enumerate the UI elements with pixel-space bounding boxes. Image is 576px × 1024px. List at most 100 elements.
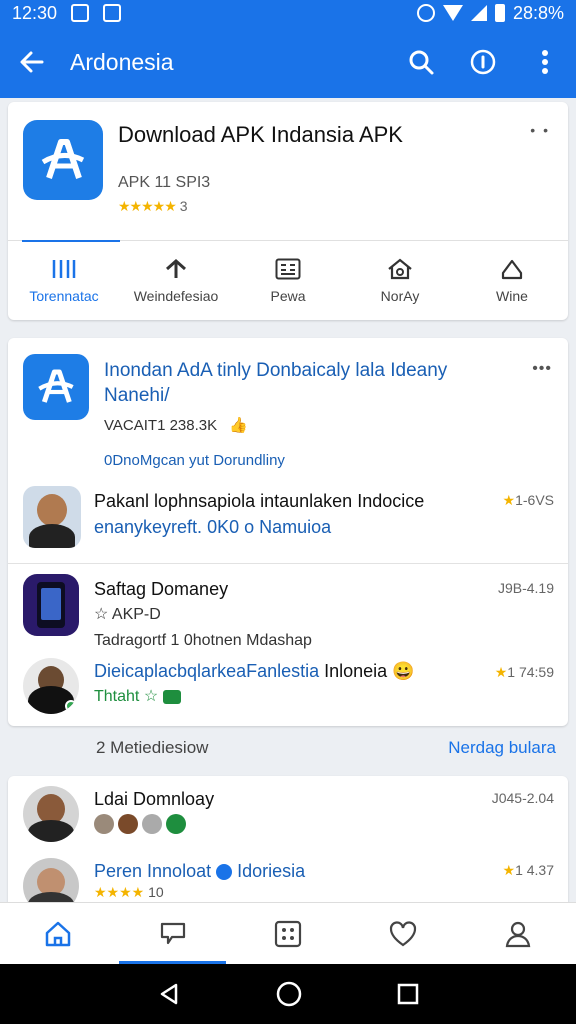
review-sub-text: Thtaht <box>94 688 140 705</box>
review-link[interactable]: Peren Innoloat <box>94 861 211 881</box>
tab-torennatac[interactable]: Torennatac <box>8 240 120 320</box>
review-stars: ★★★★ 10 <box>94 884 164 900</box>
section-title: 2 Metiediesiow <box>96 738 209 757</box>
bottom-navigation <box>0 902 576 964</box>
rating-stars: ★★★★★ <box>118 198 177 214</box>
avatar <box>23 486 81 548</box>
home-icon <box>388 258 412 279</box>
wifi-icon <box>442 5 463 21</box>
review-sub: Thtaht ☆ <box>94 684 181 710</box>
info-icon <box>470 49 496 75</box>
person-icon <box>506 921 531 947</box>
review-rating: ★1 74:59 <box>495 664 554 681</box>
app-bar: Ardonesia <box>0 26 576 98</box>
cloud-icon <box>501 259 523 279</box>
review-code: AKP-D <box>111 606 161 623</box>
tab-noray[interactable]: NorAy <box>344 241 456 320</box>
arrow-left-icon <box>20 51 44 73</box>
star-outline-icon: ☆ <box>94 606 109 623</box>
search-button[interactable] <box>390 26 452 98</box>
rating-value: 1 4.37 <box>515 862 554 878</box>
tab-pewa[interactable]: Pewa <box>232 241 344 320</box>
home-circle-icon[interactable] <box>276 981 302 1007</box>
review-title: Saftag Domaney <box>94 579 229 599</box>
verified-icon <box>216 864 233 881</box>
nav-home[interactable] <box>0 903 115 964</box>
review-body: Inloneia <box>324 661 388 681</box>
mini-avatar <box>142 814 162 834</box>
category-tabs: Torennatac Weindefesiao Pewa NorAy Wine <box>8 240 568 320</box>
mini-avatar <box>118 814 138 834</box>
app-logo-icon <box>23 120 103 200</box>
rating-value: 1-6VS <box>515 492 554 508</box>
nav-favorites[interactable] <box>346 903 461 964</box>
grid-icon <box>274 920 302 947</box>
review-body: Tadragortf 1 0hotnen Mdashap <box>94 632 312 649</box>
rating-count: 10 <box>148 884 164 900</box>
tab-label: Torennatac <box>29 287 99 304</box>
photo-notification-icon <box>71 4 90 22</box>
alarm-icon <box>416 4 435 22</box>
star-icon: ★ <box>502 862 516 878</box>
section-action-link[interactable]: Nerdag bulara <box>448 738 556 758</box>
overflow-menu-button[interactable] <box>514 26 576 98</box>
avatar <box>23 658 79 714</box>
status-time: 12:30 <box>12 2 58 23</box>
news-icon <box>275 258 301 279</box>
arrow-up-icon <box>166 258 186 278</box>
feature-card: Inondan AdA tinly Donbaicaly lala Ideany… <box>8 338 568 726</box>
star-outline-icon: ☆ <box>143 688 159 705</box>
recents-square-icon[interactable] <box>397 983 419 1005</box>
review-rating: J045-2.04 <box>491 790 554 806</box>
app-version: APK 11 SPI3 <box>118 174 211 191</box>
nav-apps[interactable] <box>230 903 345 964</box>
feature-title[interactable]: Inondan AdA tinly Donbaicaly lala Ideany… <box>104 358 494 408</box>
thumbs-up-icon: 👍 <box>229 417 248 434</box>
review-link[interactable]: Idoriesia <box>237 861 305 881</box>
home-icon <box>45 921 70 946</box>
more-button[interactable]: ••• <box>532 360 552 378</box>
search-icon <box>409 50 434 75</box>
more-button[interactable]: • • <box>530 122 550 138</box>
review-text: Pakanl lophnsapiola intaunlaken Indocice… <box>94 488 494 540</box>
nav-feedback[interactable] <box>115 903 230 964</box>
rating-count: 3 <box>179 198 188 214</box>
review-meta: ☆ AKP-D <box>94 602 161 628</box>
review-title: Ldai Domnloay <box>94 789 215 809</box>
app-rating: ★★★★★ 3 <box>118 198 188 215</box>
system-navigation-bar <box>0 964 576 1024</box>
download-link[interactable]: 0DnoMgcan yut Dorundliny <box>104 452 285 469</box>
nav-profile[interactable] <box>461 903 576 964</box>
tab-label: NorAy <box>380 287 420 304</box>
review-link[interactable]: DieicaplacbqlarkeaFanlestia <box>94 661 319 681</box>
back-button[interactable] <box>0 26 64 98</box>
review-rating: ★1 4.37 <box>503 862 555 879</box>
battery-icon <box>494 4 505 22</box>
review-text: DieicaplacbqlarkeaFanlestia Inloneia 😀 <box>94 658 474 684</box>
review-rating: J9B-4.19 <box>497 580 554 596</box>
app-name: Download APK Indansia APK <box>118 122 403 147</box>
tab-label: Wine <box>496 287 528 304</box>
chat-badge-icon <box>162 689 181 704</box>
section-header: 2 Metiediesiow Nerdag bulara <box>0 738 576 764</box>
review-link[interactable]: enanykeyreft. 0K0 o Namuioa <box>94 517 331 537</box>
tab-label: Weindefesiao <box>133 287 219 304</box>
chart-notification-icon <box>103 4 122 22</box>
review-rating: ★1-6VS <box>503 492 554 509</box>
bars-icon <box>52 259 76 278</box>
review-text: Peren Innoloat Idoriesia <box>94 858 305 884</box>
app-header-card: Download APK Indansia APK APK 11 SPI3 ★★… <box>8 102 568 320</box>
app-logo-icon <box>23 354 89 420</box>
tab-weindefesiao[interactable]: Weindefesiao <box>120 241 232 320</box>
app-bar-title: Ardonesia <box>70 48 174 75</box>
mini-avatar <box>166 814 186 834</box>
tab-wine[interactable]: Wine <box>456 241 568 320</box>
emoji-icon: 😀 <box>392 661 415 681</box>
star-icon: ★ <box>502 492 516 508</box>
battery-level: 28:8% <box>512 2 564 23</box>
info-button[interactable] <box>452 26 514 98</box>
more-vert-icon <box>542 50 548 74</box>
tab-label: Pewa <box>270 287 306 304</box>
back-triangle-icon[interactable] <box>157 982 181 1006</box>
feature-version-text: VACAIT1 238.3K <box>104 417 218 434</box>
